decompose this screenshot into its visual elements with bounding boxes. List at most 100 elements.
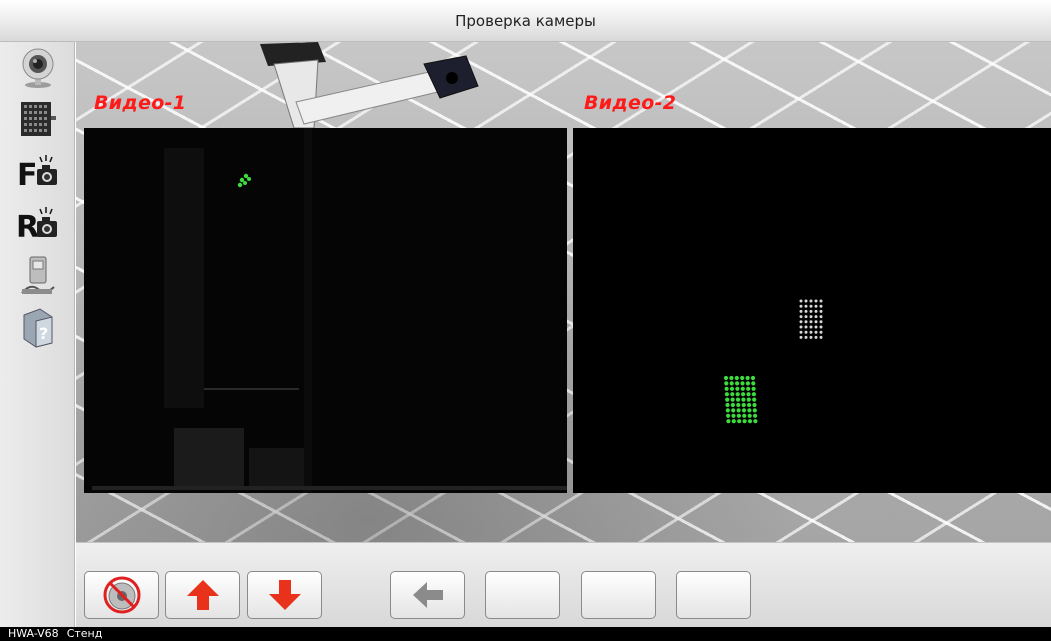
target-dot <box>799 315 803 319</box>
target-dot <box>736 413 741 418</box>
video1-scene <box>84 128 567 493</box>
target-dot <box>814 325 818 329</box>
svg-text:F: F <box>17 158 38 192</box>
target-dot <box>742 419 747 424</box>
front-camera-icon: F <box>17 155 57 192</box>
target-dot <box>729 381 734 386</box>
target-dot <box>819 315 823 319</box>
help-book-icon: ? <box>23 308 53 348</box>
target-dot <box>725 402 730 408</box>
sidebar-item-sensor-tool[interactable] <box>14 254 62 298</box>
target-dot <box>731 408 736 413</box>
bottom-toolbar <box>76 542 1051 627</box>
target-dot <box>809 304 813 308</box>
target-dot <box>747 419 753 424</box>
title-bar: Проверка камеры <box>0 0 1051 42</box>
target-dot <box>746 397 751 402</box>
target-dot <box>752 402 757 408</box>
target-dot <box>753 419 758 424</box>
target-dot <box>741 408 747 413</box>
move-up-button[interactable] <box>165 571 240 619</box>
window-title: Проверка камеры <box>455 11 596 30</box>
target-dot <box>751 392 756 397</box>
target-dot <box>804 325 808 329</box>
target-dot <box>735 381 740 386</box>
target-dot <box>747 402 752 408</box>
target-dot <box>729 386 735 391</box>
target-dot <box>814 304 818 308</box>
target-dot <box>726 419 731 424</box>
target-dot <box>804 304 808 308</box>
no-camera-icon <box>103 576 140 614</box>
target-dot <box>736 408 741 413</box>
target-dot <box>799 335 803 339</box>
target-dot <box>741 392 746 397</box>
sensor-device-icon <box>21 256 55 294</box>
target-dot <box>741 397 746 402</box>
target-dot <box>809 330 813 334</box>
target-dot <box>725 397 730 402</box>
target-dot <box>740 381 745 386</box>
target-dot <box>814 335 818 339</box>
svg-text:R: R <box>16 210 39 244</box>
target-dot <box>752 397 757 402</box>
target-dot <box>735 386 740 391</box>
video2-feed[interactable] <box>573 128 1051 493</box>
svg-text:?: ? <box>39 324 48 343</box>
target-dot <box>723 375 729 381</box>
webcam-icon <box>22 48 54 88</box>
back-button[interactable] <box>390 571 465 619</box>
video2-label: Видео-2 <box>584 92 677 114</box>
empty-button-3[interactable] <box>676 571 751 619</box>
status-mode: Стенд <box>66 627 103 640</box>
target-dot <box>751 386 756 391</box>
target-dot <box>809 315 813 319</box>
target-dot <box>724 392 729 397</box>
target-dot <box>819 335 823 339</box>
target-dot <box>814 315 818 319</box>
sidebar-item-webcam[interactable] <box>14 46 62 90</box>
target-grid-icon <box>21 102 56 136</box>
target-dot <box>819 304 823 308</box>
target-dot <box>753 413 758 418</box>
camera-stand-image <box>260 42 479 129</box>
arrow-up-icon <box>186 580 219 610</box>
target-dot <box>731 413 736 418</box>
target-dot <box>740 386 745 391</box>
disable-camera-button[interactable] <box>84 571 159 619</box>
empty-button-2[interactable] <box>581 571 656 619</box>
app-window: Проверка камеры F R ? Видео-1 Видео-2 HW… <box>0 0 1051 641</box>
empty-button-1[interactable] <box>485 571 560 619</box>
target-dot <box>731 419 736 424</box>
target-dot <box>819 309 823 313</box>
target-dot <box>724 381 729 386</box>
target-dot <box>737 419 742 424</box>
target-dot <box>726 413 731 418</box>
status-bar: HWA-V68 Стенд <box>0 627 1051 641</box>
video1-feed[interactable] <box>84 128 567 493</box>
sidebar-item-help[interactable]: ? <box>14 306 62 350</box>
target-dot <box>725 408 730 413</box>
target-dot <box>819 325 823 329</box>
sidebar-item-rear-camera[interactable]: R <box>14 202 62 246</box>
status-model: HWA-V68 <box>8 627 59 640</box>
target-dot <box>799 320 803 324</box>
sidebar-item-front-camera[interactable]: F <box>14 150 62 194</box>
target-dot <box>741 402 746 408</box>
target-dot <box>735 392 740 397</box>
target-dot <box>752 408 757 413</box>
target-dot <box>814 320 818 324</box>
target-dot <box>819 299 823 303</box>
move-down-button[interactable] <box>247 571 322 619</box>
video2-scene <box>573 128 1051 493</box>
target-dot <box>804 335 808 339</box>
target-dot <box>804 315 808 319</box>
target-dot <box>799 299 803 303</box>
target-dot <box>745 375 750 381</box>
target-dot <box>804 299 808 303</box>
target-dot <box>799 330 803 334</box>
sidebar-item-target-panel[interactable] <box>14 97 62 141</box>
target-dot <box>799 304 803 308</box>
target-dot <box>809 325 813 329</box>
target-dot <box>809 309 813 313</box>
